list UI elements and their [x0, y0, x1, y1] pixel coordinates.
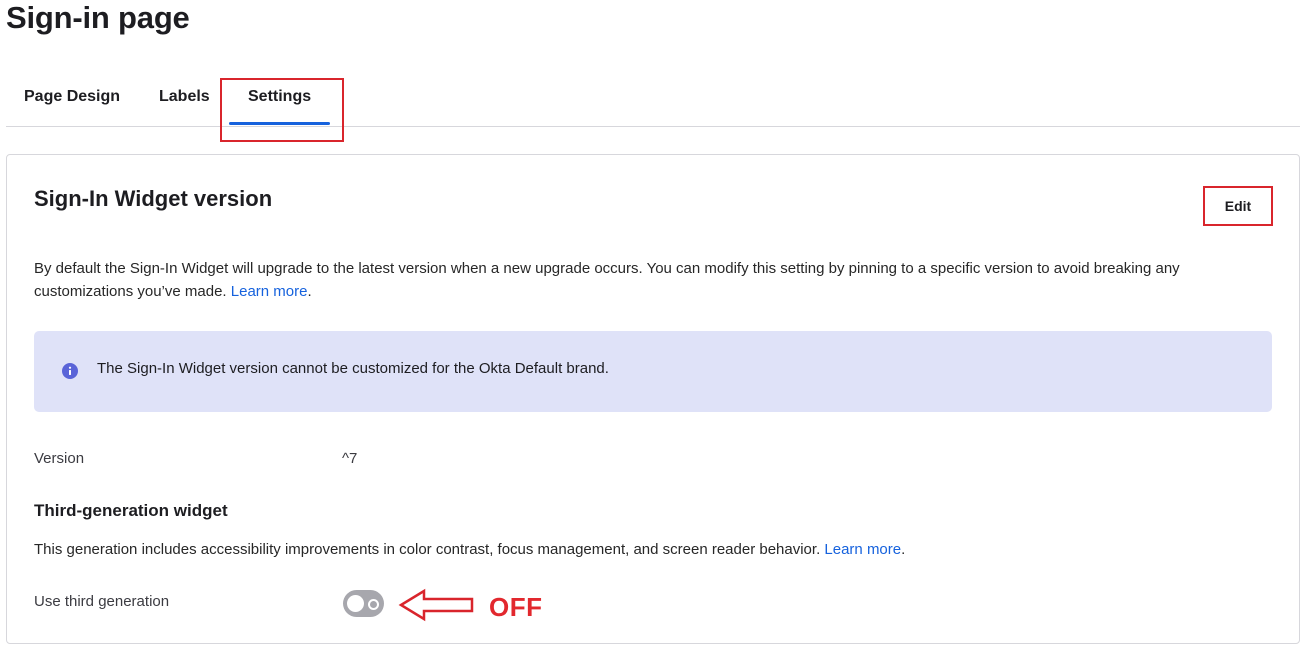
third-gen-description-text: This generation includes accessibility i… [34, 541, 821, 558]
toggle-knob [347, 595, 364, 612]
page-title: Sign-in page [6, 0, 190, 35]
third-gen-learn-more-suffix: . [901, 541, 906, 558]
version-label: Version [34, 450, 85, 467]
learn-more-suffix: . [307, 283, 312, 300]
third-gen-learn-more-link[interactable]: Learn more [824, 541, 901, 558]
learn-more-link[interactable]: Learn more [231, 283, 308, 300]
use-third-generation-toggle[interactable] [343, 590, 384, 617]
callout-text: The Sign-In Widget version cannot be cus… [97, 360, 609, 377]
toggle-state-annotation: OFF [489, 592, 543, 622]
use-third-generation-label: Use third generation [34, 593, 170, 610]
toggle-off-indicator-icon [368, 599, 379, 610]
third-gen-description: This generation includes accessibility i… [34, 541, 905, 558]
left-arrow-annotation-icon [398, 588, 474, 622]
third-gen-heading: Third-generation widget [34, 501, 228, 520]
active-tab-indicator [229, 122, 330, 125]
edit-button[interactable]: Edit [1205, 188, 1271, 224]
card-title: Sign-In Widget version [34, 186, 273, 211]
tab-page-design[interactable]: Page Design [24, 88, 120, 106]
widget-version-description: By default the Sign-In Widget will upgra… [34, 257, 1264, 303]
tab-labels[interactable]: Labels [159, 88, 210, 106]
info-callout: The Sign-In Widget version cannot be cus… [34, 331, 1272, 412]
tab-settings[interactable]: Settings [248, 88, 311, 106]
version-value: ^7 [342, 450, 358, 467]
tab-bar: Page Design Labels Settings [6, 80, 1300, 127]
widget-version-description-text: By default the Sign-In Widget will upgra… [34, 260, 1180, 300]
info-icon [62, 363, 78, 379]
